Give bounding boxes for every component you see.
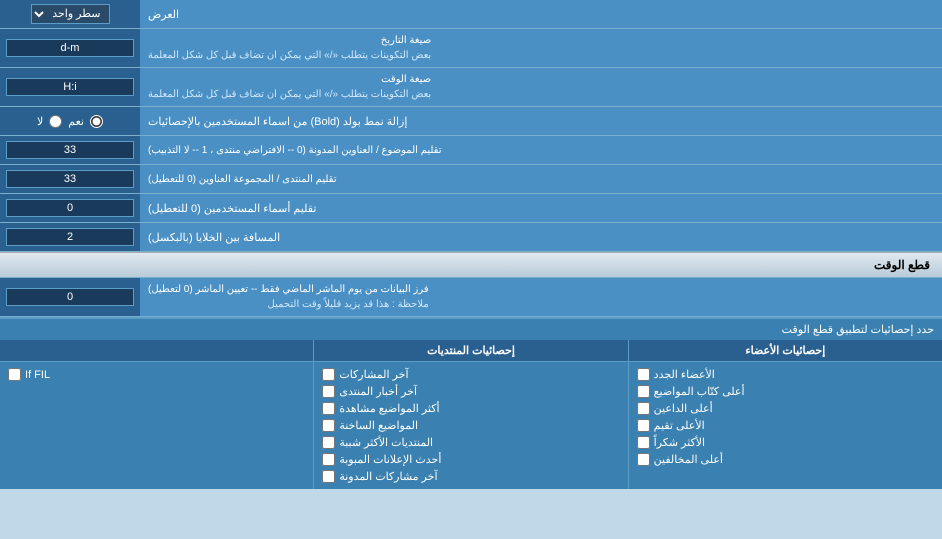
cell-spacing-input[interactable] xyxy=(6,228,134,246)
checkbox-most-viewed: أكثر المواضيع مشاهدة xyxy=(318,400,623,417)
checkbox-popular-forums-input[interactable] xyxy=(322,436,335,449)
bold-input-cell: نعم لا xyxy=(0,107,140,135)
realtime-filter-input-cell xyxy=(0,278,140,316)
checkbox-new-members-input[interactable] xyxy=(637,368,650,381)
checkbox-top-violators-input[interactable] xyxy=(637,453,650,466)
cell-spacing-input-cell xyxy=(0,223,140,251)
username-trim-input-cell xyxy=(0,194,140,222)
checkbox-most-thanked-input[interactable] xyxy=(637,436,650,449)
checkbox-popular-forums: المنتديات الأكثر شببة xyxy=(318,434,623,451)
date-format-input[interactable] xyxy=(6,39,134,57)
time-format-input-cell xyxy=(0,68,140,106)
username-trim-input[interactable] xyxy=(6,199,134,217)
checkbox-classified-ads-input[interactable] xyxy=(322,453,335,466)
subject-trim-input-cell xyxy=(0,136,140,164)
subject-trim-input[interactable] xyxy=(6,141,134,159)
checkbox-top-rated: الأعلى تقيم xyxy=(633,417,938,434)
bold-radio-group: نعم لا xyxy=(37,115,103,128)
checkbox-most-viewed-input[interactable] xyxy=(322,402,335,415)
forum-trim-input-cell xyxy=(0,165,140,193)
col-header-members: إحصائيات الأعضاء xyxy=(628,340,942,361)
col-header-forums: إحصائيات المنتديات xyxy=(313,340,627,361)
date-format-input-cell xyxy=(0,29,140,67)
checkbox-blog-posts: آخر مشاركات المدونة xyxy=(318,468,623,485)
checkbox-hot-topics: المواضيع الساخنة xyxy=(318,417,623,434)
realtime-section-header: قطع الوقت xyxy=(0,252,942,278)
date-format-label: صيغة التاريخ بعض التكوينات يتطلب «/» الت… xyxy=(140,29,942,67)
checkbox-blog-posts-input[interactable] xyxy=(322,470,335,483)
checkbox-col-forums: آخر المشاركات آخر أخبار المنتدى أكثر الم… xyxy=(313,362,627,489)
checkbox-col-members: الأعضاء الجدد أعلى كتّاب المواضيع أعلى ا… xyxy=(628,362,942,489)
time-format-label: صيغة الوقت بعض التكوينات يتطلب «/» التي … xyxy=(140,68,942,106)
checkbox-top-rated-input[interactable] xyxy=(637,419,650,432)
lines-dropdown[interactable]: سطر واحد سطرين xyxy=(31,4,110,24)
checkbox-most-thanked: الأكثر شكراً xyxy=(633,434,938,451)
display-input-cell: سطر واحد سطرين xyxy=(0,0,140,28)
limit-row: حدد إحصائيات لتطبيق قطع الوقت xyxy=(0,318,942,340)
username-trim-label: تقليم أسماء المستخدمين (0 للتعطيل) xyxy=(140,194,942,222)
display-label: العرض xyxy=(140,0,942,28)
checkbox-forum-news: آخر أخبار المنتدى xyxy=(318,383,623,400)
checkbox-new-members: الأعضاء الجدد xyxy=(633,366,938,383)
checkbox-if-fil: If FIL xyxy=(4,366,309,383)
subject-trim-label: تقليم الموضوع / العناوين المدونة (0 -- ا… xyxy=(140,136,942,164)
bold-yes-radio[interactable] xyxy=(90,115,103,128)
col-header-extra xyxy=(0,340,313,361)
checkbox-last-posts-input[interactable] xyxy=(322,368,335,381)
checkbox-top-violators: أعلى المخالفين xyxy=(633,451,938,468)
realtime-filter-label: فرز البيانات من يوم الماشر الماضي فقط --… xyxy=(140,278,942,316)
checkbox-top-inviters-input[interactable] xyxy=(637,402,650,415)
checkbox-top-inviters: أعلى الداعين xyxy=(633,400,938,417)
checkbox-forum-news-input[interactable] xyxy=(322,385,335,398)
checkbox-hot-topics-input[interactable] xyxy=(322,419,335,432)
bold-label: إزالة نمط بولد (Bold) من اسماء المستخدمي… xyxy=(140,107,942,135)
bold-no-label: لا xyxy=(37,115,43,128)
checkbox-if-fil-input[interactable] xyxy=(8,368,21,381)
time-format-input[interactable] xyxy=(6,78,134,96)
cell-spacing-label: المسافة بين الخلايا (بالبكسل) xyxy=(140,223,942,251)
checkbox-top-writers-input[interactable] xyxy=(637,385,650,398)
forum-trim-input[interactable] xyxy=(6,170,134,188)
checkbox-classified-ads: أحدث الإعلانات المبوبة xyxy=(318,451,623,468)
checkbox-top-writers: أعلى كتّاب المواضيع xyxy=(633,383,938,400)
bold-no-radio[interactable] xyxy=(49,115,62,128)
checkbox-last-posts: آخر المشاركات xyxy=(318,366,623,383)
bold-yes-label: نعم xyxy=(68,115,84,128)
forum-trim-label: تقليم المنتدى / المجموعة العناوين (0 للت… xyxy=(140,165,942,193)
checkbox-col-empty: If FIL xyxy=(0,362,313,489)
realtime-filter-input[interactable] xyxy=(6,288,134,306)
